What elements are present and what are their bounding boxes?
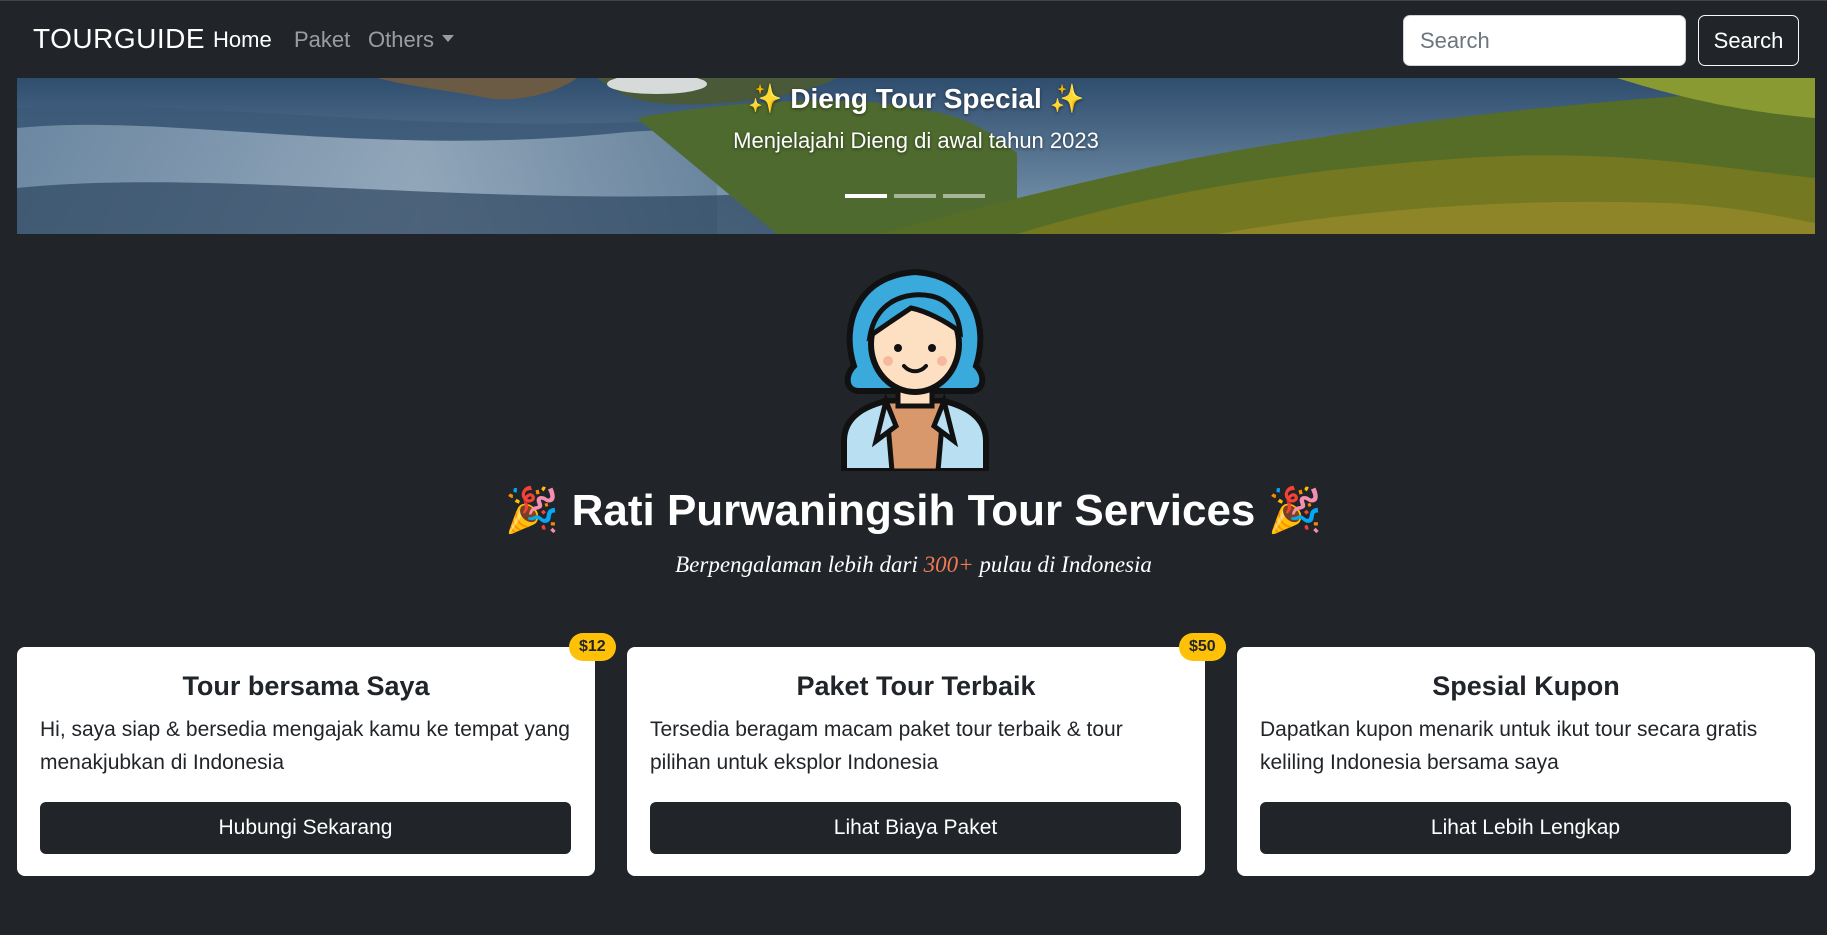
nav-others-dropdown[interactable]: Others — [368, 27, 455, 53]
carousel-indicators — [845, 194, 985, 198]
hero-carousel[interactable]: ✨ Dieng Tour Special ✨ Menjelajahi Dieng… — [17, 78, 1815, 234]
nav-others-label: Others — [368, 27, 435, 52]
hubungi-sekarang-button[interactable]: Hubungi Sekarang — [40, 802, 571, 854]
price-badge: $50 — [1179, 633, 1226, 661]
hero-subtitle-highlight: 300+ — [923, 552, 974, 577]
carousel-title: ✨ Dieng Tour Special ✨ — [17, 82, 1815, 115]
carousel-title-text: Dieng Tour Special — [790, 83, 1042, 114]
hero-title-text: Rati Purwaningsih Tour Services — [571, 486, 1256, 535]
party-popper-icon: 🎉 — [504, 485, 560, 536]
brand-logo[interactable]: TOURGUIDE — [33, 23, 205, 55]
hero-subtitle: Berpengalaman lebih dari 300+ pulau di I… — [0, 552, 1827, 578]
search-input[interactable] — [1403, 15, 1686, 66]
hero-title: 🎉 Rati Purwaningsih Tour Services 🎉 — [0, 484, 1827, 536]
navbar: TOURGUIDE Home Paket Others Search — [0, 0, 1827, 78]
card-title: Paket Tour Terbaik — [796, 671, 1036, 701]
card-paket-tour: $50 Paket Tour Terbaik Tersedia beragam … — [627, 633, 1226, 876]
sparkles-icon: ✨ — [747, 82, 783, 115]
guide-avatar-icon — [841, 268, 989, 471]
nav-paket[interactable]: Paket — [294, 27, 350, 53]
carousel-subtitle: Menjelajahi Dieng di awal tahun 2023 — [733, 128, 1099, 153]
card-spesial-kupon: Spesial Kupon Dapatkan kupon menarik unt… — [1237, 647, 1815, 876]
card-tour-bersama: $12 Tour bersama Saya Hi, saya siap & be… — [17, 633, 616, 876]
card-title: Spesial Kupon — [1432, 671, 1620, 701]
nav-home[interactable]: Home — [213, 27, 272, 53]
carousel-indicator-2[interactable] — [894, 194, 936, 198]
card-text: Hi, saya siap & bersedia mengajak kamu k… — [40, 718, 570, 774]
card-text: Dapatkan kupon menarik untuk ikut tour s… — [1260, 718, 1758, 774]
card-title: Tour bersama Saya — [182, 671, 430, 701]
card-text: Tersedia beragam macam paket tour terbai… — [650, 718, 1123, 774]
carousel-indicator-3[interactable] — [943, 194, 985, 198]
price-badge: $12 — [569, 633, 616, 661]
hero-subtitle-text-end: pulau di Indonesia — [973, 552, 1152, 577]
search-button[interactable]: Search — [1698, 15, 1799, 66]
hero-subtitle-text: Berpengalaman lebih dari — [675, 552, 924, 577]
carousel-indicator-1[interactable] — [845, 194, 887, 198]
party-popper-icon: 🎉 — [1267, 485, 1323, 536]
lihat-lebih-lengkap-button[interactable]: Lihat Lebih Lengkap — [1260, 802, 1791, 854]
sparkles-icon: ✨ — [1049, 82, 1085, 115]
chevron-down-icon — [442, 35, 455, 42]
lihat-biaya-paket-button[interactable]: Lihat Biaya Paket — [650, 802, 1181, 854]
